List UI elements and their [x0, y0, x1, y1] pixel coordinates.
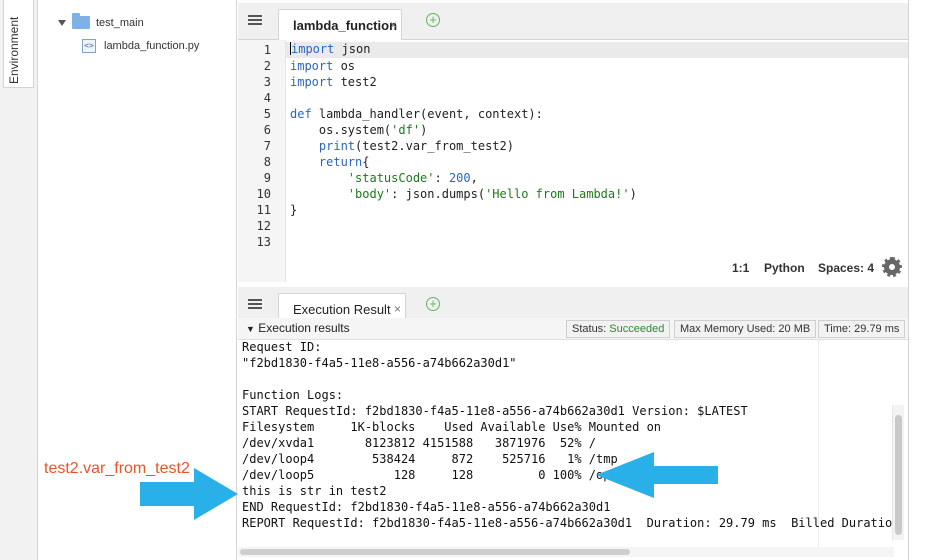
tab-lambda-function[interactable]: lambda_function × — [278, 9, 402, 40]
tree-item-label: test_main — [96, 16, 144, 29]
annotation-arrow-left — [596, 452, 718, 498]
right-panel-edge — [908, 0, 932, 560]
line-number: 13 — [256, 235, 271, 249]
language-mode[interactable]: Python — [764, 261, 805, 275]
code-line[interactable]: print(test2.var_from_test2) — [290, 139, 514, 153]
code-line[interactable]: 'body': json.dumps('Hello from Lambda!') — [290, 187, 637, 201]
tab-label: lambda_function — [293, 18, 398, 33]
line-number: 9 — [263, 171, 271, 185]
tab-menu-icon[interactable] — [248, 299, 262, 310]
chevron-down-icon[interactable] — [58, 19, 66, 26]
environment-tab-label[interactable]: Environment — [7, 17, 21, 84]
output-line: END RequestId: f2bd1830-f4a5-11e8-a556-a… — [242, 500, 611, 514]
execution-results-header: ▼ Execution results Status: Succeeded Ma… — [238, 318, 908, 340]
time-badge: Time: 29.79 ms — [818, 320, 906, 338]
line-number: 2 — [263, 59, 271, 73]
gear-icon[interactable] — [882, 257, 902, 277]
status-badge: Status: Succeeded — [566, 320, 671, 338]
output-line: Filesystem 1K-blocks Used Available Use%… — [242, 420, 662, 434]
code-line[interactable]: return{ — [290, 155, 370, 169]
arrow-shape — [140, 468, 238, 520]
new-tab-icon[interactable]: + — [426, 13, 440, 27]
tab-label: Execution Result — [293, 302, 391, 317]
environment-sidebar: Environment — [0, 0, 38, 560]
line-number: 6 — [263, 123, 271, 137]
line-number: 12 — [256, 219, 271, 233]
output-line: "f2bd1830-f4a5-11e8-a556-a74b662a30d1" — [242, 356, 517, 370]
output-line: Request ID: — [242, 340, 322, 354]
cursor-position[interactable]: 1:1 — [732, 261, 749, 275]
output-line: Function Logs: — [242, 388, 344, 402]
execution-results-toggle[interactable]: ▼ Execution results — [246, 321, 350, 335]
execution-output[interactable]: Request ID: "f2bd1830-f4a5-11e8-a556-a74… — [238, 340, 908, 548]
code-line[interactable]: def lambda_handler(event, context): — [290, 107, 543, 121]
tree-folder-test-main[interactable]: test_main — [58, 13, 144, 29]
horizontal-scrollbar[interactable] — [238, 547, 894, 557]
line-number: 7 — [263, 139, 271, 153]
annotation-arrow-right — [140, 468, 238, 520]
line-number: 5 — [263, 107, 271, 121]
folder-icon — [72, 13, 90, 29]
python-file-icon: <> — [82, 39, 96, 53]
tree-file-lambda-function[interactable]: <> lambda_function.py — [82, 39, 199, 53]
tab-menu-icon[interactable] — [248, 15, 262, 26]
scrollbar-thumb[interactable] — [240, 549, 630, 555]
indent-setting[interactable]: Spaces: 4 — [818, 261, 874, 275]
code-line[interactable]: import json — [286, 42, 908, 58]
output-line: this is str in test2 — [242, 484, 387, 498]
output-line: /dev/loop5 128 128 0 100% /opt — [242, 468, 618, 482]
line-number: 11 — [256, 203, 271, 217]
output-line: REPORT RequestId: f2bd1830-f4a5-11e8-a55… — [242, 516, 900, 530]
line-number: 4 — [263, 91, 271, 105]
editor-status-bar: 1:1 Python Spaces: 4 — [238, 256, 908, 280]
max-memory-badge: Max Memory Used: 20 MB — [674, 320, 817, 338]
output-line: /dev/loop4 538424 872 525716 1% /tmp — [242, 452, 618, 466]
code-line[interactable]: os.system('df') — [290, 123, 427, 137]
new-tab-icon[interactable]: + — [426, 297, 440, 311]
line-number-gutter: 1 2 3 4 5 6 7 8 9 10 11 12 13 — [238, 40, 286, 282]
section-title: Execution results — [258, 321, 350, 335]
line-number: 8 — [263, 155, 271, 169]
code-line[interactable]: } — [290, 203, 297, 217]
line-number: 3 — [263, 75, 271, 89]
code-line[interactable]: import test2 — [290, 75, 377, 89]
scrollbar-thumb[interactable] — [895, 415, 902, 535]
vertical-scrollbar[interactable] — [892, 405, 904, 540]
tree-item-label: lambda_function.py — [104, 40, 200, 52]
code-line[interactable]: import os — [290, 59, 355, 73]
output-line: /dev/xvda1 8123812 4151588 3871976 52% / — [242, 436, 597, 450]
line-number: 1 — [263, 43, 271, 57]
close-icon[interactable]: × — [390, 18, 397, 32]
code-editor[interactable]: 1 2 3 4 5 6 7 8 9 10 11 12 13 import jso… — [238, 40, 908, 282]
editor-tab-bar: lambda_function × + — [238, 3, 908, 40]
close-icon[interactable]: × — [394, 302, 401, 316]
code-line[interactable]: 'statusCode': 200, — [290, 171, 478, 185]
arrow-shape — [596, 452, 718, 498]
caret-down-icon: ▼ — [246, 324, 255, 334]
line-number: 10 — [256, 187, 271, 201]
output-line: START RequestId: f2bd1830-f4a5-11e8-a556… — [242, 404, 748, 418]
